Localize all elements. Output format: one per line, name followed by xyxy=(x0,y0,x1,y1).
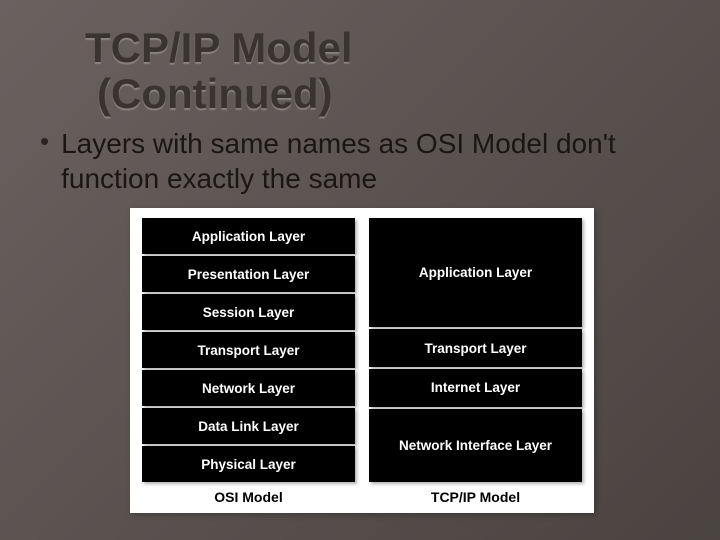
slide-title: TCP/IP Model (Continued) xyxy=(85,25,353,117)
osi-layer: Session Layer xyxy=(142,294,355,330)
bullet-text: Layers with same names as OSI Model don'… xyxy=(61,126,680,196)
tcpip-column: Application LayerTransport LayerInternet… xyxy=(369,218,582,507)
bullet-list: • Layers with same names as OSI Model do… xyxy=(40,126,680,196)
osi-layer: Transport Layer xyxy=(142,332,355,368)
tcpip-layer: Network Interface Layer xyxy=(369,409,582,482)
title-line-2: (Continued) xyxy=(85,71,353,117)
title-line-1: TCP/IP Model xyxy=(85,25,353,71)
bullet-icon: • xyxy=(40,126,49,157)
tcpip-stack: Application LayerTransport LayerInternet… xyxy=(369,218,582,483)
osi-caption: OSI Model xyxy=(142,483,355,507)
tcpip-layer: Application Layer xyxy=(369,218,582,327)
osi-layer: Presentation Layer xyxy=(142,256,355,292)
osi-stack: Application LayerPresentation LayerSessi… xyxy=(142,218,355,483)
osi-column: Application LayerPresentation LayerSessi… xyxy=(142,218,355,507)
tcpip-layer: Transport Layer xyxy=(369,329,582,367)
osi-layer: Physical Layer xyxy=(142,446,355,482)
osi-layer: Data Link Layer xyxy=(142,408,355,444)
bullet-item: • Layers with same names as OSI Model do… xyxy=(40,126,680,196)
osi-layer: Network Layer xyxy=(142,370,355,406)
model-comparison-diagram: Application LayerPresentation LayerSessi… xyxy=(130,208,594,513)
tcpip-layer: Internet Layer xyxy=(369,369,582,407)
tcpip-caption: TCP/IP Model xyxy=(369,483,582,507)
osi-layer: Application Layer xyxy=(142,218,355,254)
